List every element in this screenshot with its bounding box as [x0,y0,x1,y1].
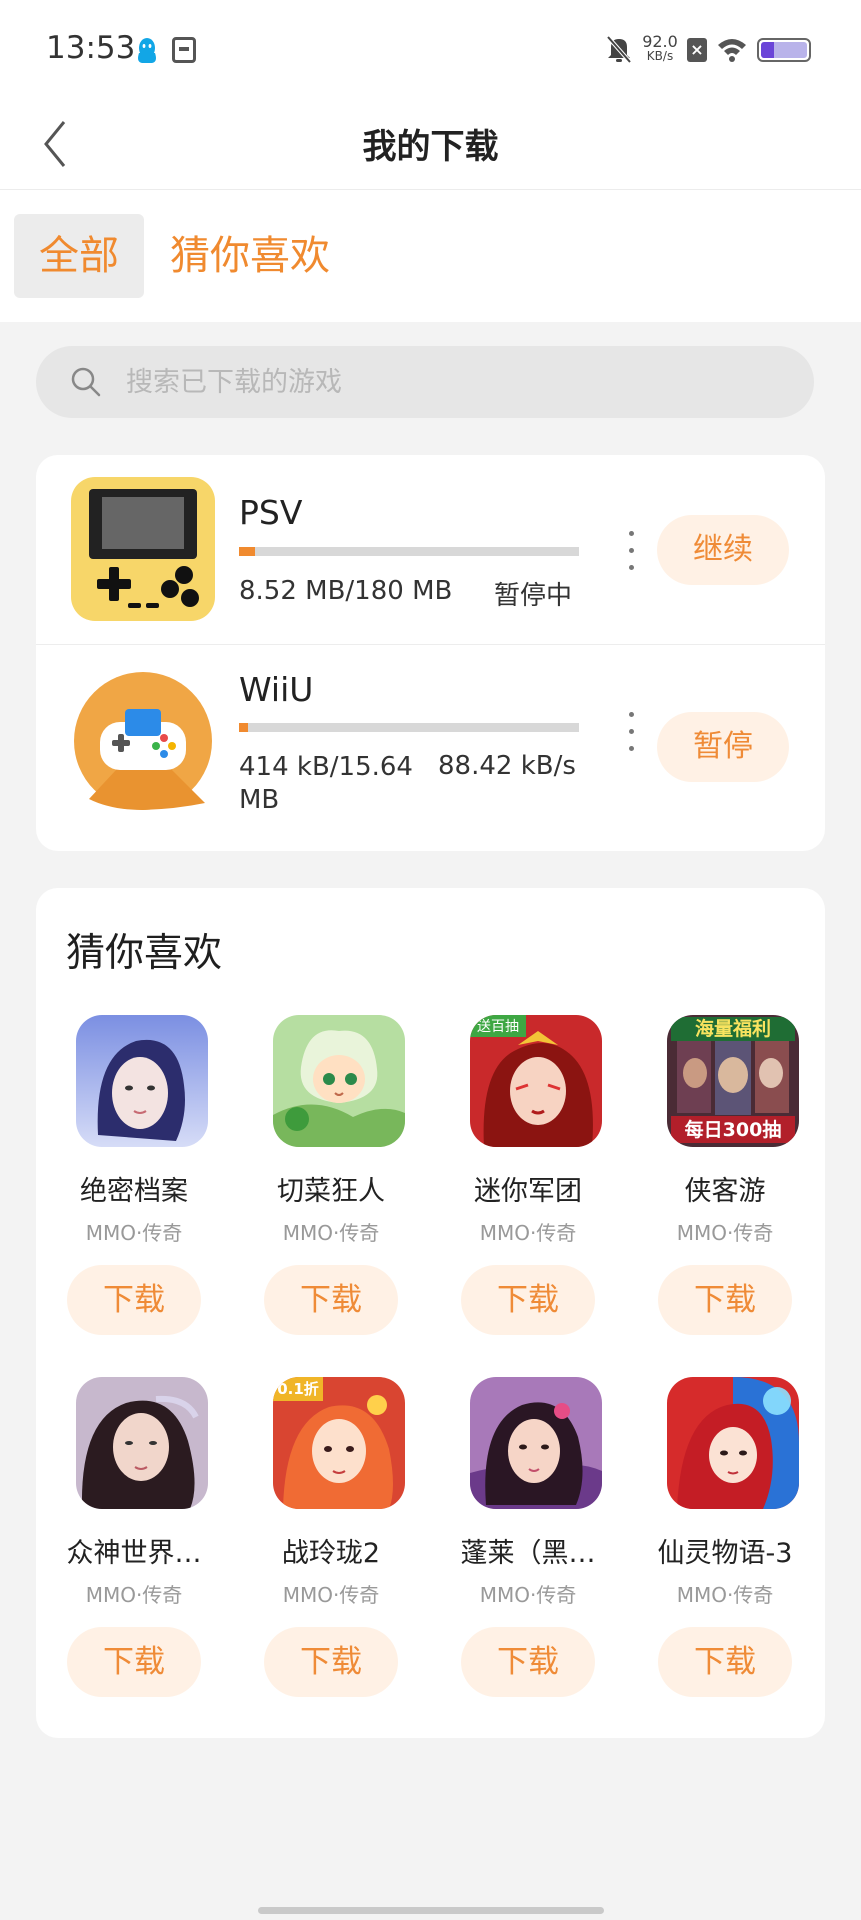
tab-guess-you-like[interactable]: 猜你喜欢 [170,214,330,298]
game-badge: 0.1折 [277,1380,319,1398]
recommendations-section: 猜你喜欢 绝密档案 MMO·传奇 下载 切菜狂人 MMO·传奇 下载 送百抽 迷… [36,888,825,1738]
game-item[interactable]: 送百抽 迷你军团 MMO·传奇 下载 [430,1015,626,1337]
game-category: MMO·传奇 [676,1221,774,1245]
speed-value: 92.0 [642,32,678,51]
page-title: 我的下载 [362,127,499,167]
tab-all[interactable]: 全部 [14,214,144,298]
download-status: 暂停中 [494,581,573,611]
game-icon-mi-ni-jun-tuan: 送百抽 [470,1015,602,1147]
game-item[interactable]: 众神世界… MMO·传奇 下载 [36,1377,232,1699]
download-button[interactable]: 下载 [658,1265,792,1335]
game-badge: 送百抽 [477,1019,519,1035]
download-progress-bar [239,547,579,556]
battery-level [761,42,807,58]
game-icon-jue-mi-dang-an [76,1015,208,1147]
more-options-icon[interactable] [626,712,636,754]
network-speed: 92.0 KB/s [640,34,680,64]
game-name: 侠客游 [684,1176,766,1207]
more-options-icon[interactable] [626,531,636,573]
download-button[interactable]: 下载 [67,1265,201,1335]
game-item[interactable]: 仙灵物语-3 MMO·传奇 下载 [627,1377,823,1699]
game-item[interactable]: 0.1折 战玲珑2 MMO·传奇 下载 [233,1377,429,1699]
game-name: 绝密档案 [80,1176,188,1207]
game-icon-zhan-ling-long-2: 0.1折 [273,1377,405,1509]
search-bar[interactable] [36,346,814,418]
game-badge-top: 海量福利 [695,1017,771,1040]
download-button[interactable]: 下载 [264,1627,398,1697]
game-item[interactable]: 海量福利 每日300抽 侠客游 MMO·传奇 下载 [627,1015,823,1337]
game-icon-xian-ling-wu-yu [667,1377,799,1509]
game-name: 仙灵物语-3 [657,1538,793,1569]
resume-button[interactable]: 继续 [657,515,789,585]
download-button[interactable]: 下载 [67,1627,201,1697]
game-item[interactable]: 切菜狂人 MMO·传奇 下载 [233,1015,429,1337]
game-category: MMO·传奇 [282,1221,380,1245]
speed-unit: KB/s [646,49,674,63]
x-icon: × [687,38,707,62]
game-category: MMO·传奇 [85,1221,183,1245]
game-name: 战玲珑2 [281,1538,381,1569]
download-progress-bar [239,723,579,732]
game-category: MMO·传奇 [85,1583,183,1607]
navigation-header: 我的下载 [0,100,861,190]
section-title: 猜你喜欢 [66,931,223,976]
game-item[interactable]: 蓬莱（黑… MMO·传奇 下载 [430,1377,626,1699]
download-name: PSV [239,493,303,532]
game-category: MMO·传奇 [479,1583,577,1607]
download-button[interactable]: 下载 [461,1627,595,1697]
status-bar: 13:53 92.0 KB/s × [0,0,861,100]
wifi-icon [718,39,746,62]
search-input[interactable] [126,346,786,418]
gamepad-icon [74,672,212,810]
download-button[interactable]: 下载 [658,1627,792,1697]
handheld-console-icon [71,477,215,621]
game-category: MMO·传奇 [282,1583,380,1607]
battery-icon [757,38,811,62]
filter-tabs: 全部 猜你喜欢 [0,190,861,322]
game-icon-zhong-shen-shi-jie [76,1377,208,1509]
game-item[interactable]: 绝密档案 MMO·传奇 下载 [36,1015,232,1337]
game-name: 蓬莱（黑… [460,1538,596,1569]
search-icon [71,367,101,397]
mute-bell-icon [606,35,632,64]
downloads-list: PSV 8.52 MB/180 MB 暂停中 继续 WiiU 414 kB/15… [36,455,825,851]
game-name: 切菜狂人 [277,1176,385,1207]
download-speed: 88.42 kB/s [438,751,576,781]
download-item-wiiu[interactable]: WiiU 414 kB/15.64 MB 88.42 kB/s 暂停 [36,646,825,851]
game-category: MMO·传奇 [479,1221,577,1245]
game-category: MMO·传奇 [676,1583,774,1607]
download-button[interactable]: 下载 [461,1265,595,1335]
download-button[interactable]: 下载 [264,1265,398,1335]
gesture-navigation-bar[interactable] [258,1907,604,1914]
download-name: WiiU [239,670,314,709]
game-name: 迷你军团 [474,1176,582,1207]
download-size: 8.52 MB/180 MB [239,576,453,606]
status-time: 13:53 [46,30,136,66]
game-icon-peng-lai [470,1377,602,1509]
download-item-psv[interactable]: PSV 8.52 MB/180 MB 暂停中 继续 [36,455,825,645]
download-size: 414 kB/15.64 MB [239,752,413,815]
download-progress-fill [239,723,248,732]
game-name: 众神世界… [66,1538,202,1569]
game-icon-xia-ke-you: 海量福利 每日300抽 [667,1015,799,1147]
qq-icon [138,38,156,63]
inbox-icon [172,37,196,63]
download-progress-fill [239,547,255,556]
game-badge-bottom: 每日300抽 [685,1118,782,1141]
game-icon-qie-cai-kuang-ren [273,1015,405,1147]
pause-button[interactable]: 暂停 [657,712,789,782]
